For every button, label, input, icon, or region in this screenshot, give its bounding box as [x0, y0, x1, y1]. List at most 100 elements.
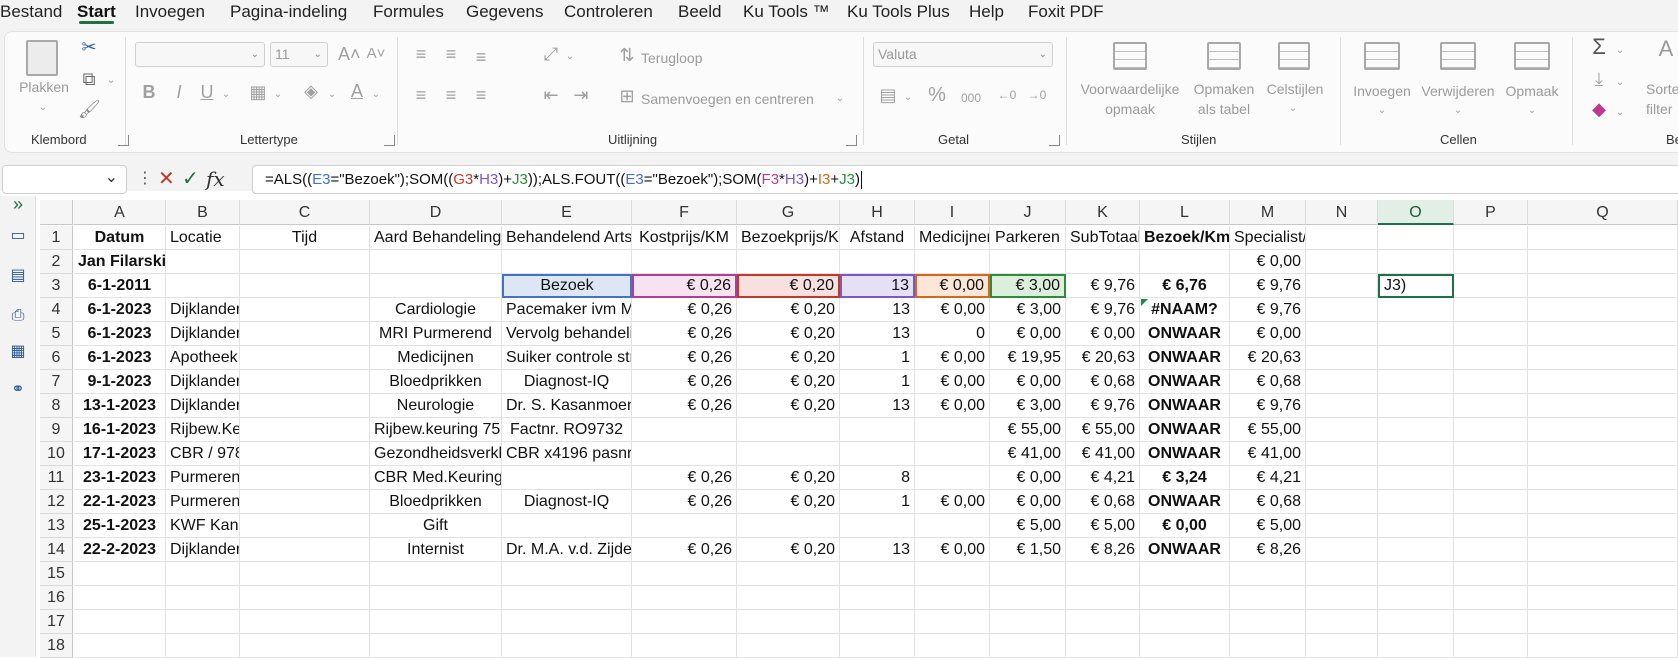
cell-p18[interactable]: [1454, 634, 1528, 658]
more-options-icon[interactable]: ⋮: [137, 166, 153, 192]
cell-n9[interactable]: [1306, 418, 1378, 442]
cell-g12[interactable]: € 0,20: [737, 490, 840, 514]
chevron-down-icon[interactable]: ⌄: [1287, 100, 1299, 118]
conditional-format-label-2[interactable]: opmaak: [1072, 100, 1188, 118]
cell-a14[interactable]: 22-2-2023: [74, 538, 166, 562]
cell-c8[interactable]: [240, 394, 370, 418]
column-header-c[interactable]: C: [240, 200, 370, 225]
row-header-1[interactable]: 1: [40, 226, 73, 250]
cell-m4[interactable]: € 9,76: [1230, 298, 1306, 322]
cell-k3[interactable]: € 9,76: [1066, 274, 1140, 298]
cell-c4[interactable]: [240, 298, 370, 322]
cell-e17[interactable]: [502, 610, 632, 634]
cell-m6[interactable]: € 20,63: [1230, 346, 1306, 370]
insert-cells-label[interactable]: Invoegen: [1350, 82, 1414, 100]
cell-p6[interactable]: [1454, 346, 1528, 370]
print-icon[interactable]: ⎙: [6, 306, 30, 326]
delete-cells-label[interactable]: Verwijderen: [1416, 82, 1500, 100]
menu-tab-help[interactable]: Help: [969, 0, 1004, 24]
cell-b1[interactable]: Locatie: [166, 226, 240, 250]
cell-l14[interactable]: ONWAAR: [1140, 538, 1230, 562]
cell-p3[interactable]: [1454, 274, 1528, 298]
cell-j11[interactable]: € 0,00: [990, 466, 1066, 490]
row-header-12[interactable]: 12: [40, 490, 73, 514]
cell-b10[interactable]: CBR / 9785745: [166, 442, 240, 466]
column-header-q[interactable]: Q: [1528, 200, 1678, 225]
name-box[interactable]: ⌄: [2, 165, 127, 194]
cell-a16[interactable]: [74, 586, 166, 610]
cell-j7[interactable]: € 0,00: [990, 370, 1066, 394]
cell-o13[interactable]: [1378, 514, 1454, 538]
cell-h2[interactable]: [840, 250, 915, 274]
cell-d14[interactable]: Internist: [370, 538, 502, 562]
cell-a9[interactable]: 16-1-2023: [74, 418, 166, 442]
cell-m15[interactable]: [1230, 562, 1306, 586]
cell-l15[interactable]: [1140, 562, 1230, 586]
sort-filter-label-2[interactable]: filter: [1646, 100, 1672, 118]
percent-icon[interactable]: %: [926, 85, 948, 105]
cell-j2[interactable]: [990, 250, 1066, 274]
cell-e5[interactable]: Vervolg behandeling: [502, 322, 632, 346]
cell-j10[interactable]: € 41,00: [990, 442, 1066, 466]
cell-f1[interactable]: Kostprijs/KM: [632, 226, 737, 250]
insert-cells-icon[interactable]: [1364, 42, 1400, 70]
cell-m10[interactable]: € 41,00: [1230, 442, 1306, 466]
cell-c10[interactable]: [240, 442, 370, 466]
delete-cells-icon[interactable]: [1440, 42, 1476, 70]
cell-g15[interactable]: [737, 562, 840, 586]
cell-q14[interactable]: [1528, 538, 1678, 562]
cell-e10[interactable]: CBR x4196 pasnr. 055: [502, 442, 632, 466]
cell-i5[interactable]: 0: [915, 322, 990, 346]
cell-d4[interactable]: Cardiologie: [370, 298, 502, 322]
cell-j3[interactable]: € 3,00: [990, 274, 1066, 298]
cell-f15[interactable]: [632, 562, 737, 586]
cell-f18[interactable]: [632, 634, 737, 658]
cell-h9[interactable]: [840, 418, 915, 442]
cell-i10[interactable]: [915, 442, 990, 466]
cell-l18[interactable]: [1140, 634, 1230, 658]
cell-p5[interactable]: [1454, 322, 1528, 346]
cell-h13[interactable]: [840, 514, 915, 538]
cell-f2[interactable]: [632, 250, 737, 274]
row-header-16[interactable]: 16: [40, 586, 73, 610]
cell-q5[interactable]: [1528, 322, 1678, 346]
cell-e12[interactable]: Diagnost-IQ: [502, 490, 632, 514]
brush-icon[interactable]: 🖌: [78, 100, 101, 118]
cell-i8[interactable]: € 0,00: [915, 394, 990, 418]
cell-b17[interactable]: [166, 610, 240, 634]
cell-f12[interactable]: € 0,26: [632, 490, 737, 514]
cell-d8[interactable]: Neurologie: [370, 394, 502, 418]
cell-k13[interactable]: € 5,00: [1066, 514, 1140, 538]
cell-e16[interactable]: [502, 586, 632, 610]
increase-indent-icon[interactable]: ⇥: [570, 86, 592, 104]
cell-i15[interactable]: [915, 562, 990, 586]
cell-l9[interactable]: ONWAAR: [1140, 418, 1230, 442]
cell-k6[interactable]: € 20,63: [1066, 346, 1140, 370]
cell-g5[interactable]: € 0,20: [737, 322, 840, 346]
cell-m8[interactable]: € 9,76: [1230, 394, 1306, 418]
cell-n6[interactable]: [1306, 346, 1378, 370]
cell-k15[interactable]: [1066, 562, 1140, 586]
cell-f11[interactable]: € 0,26: [632, 466, 737, 490]
cell-g17[interactable]: [737, 610, 840, 634]
menu-tab-foxit-pdf[interactable]: Foxit PDF: [1028, 0, 1104, 24]
column-header-l[interactable]: L: [1140, 200, 1230, 225]
select-all-corner[interactable]: [40, 200, 73, 225]
cell-m16[interactable]: [1230, 586, 1306, 610]
cell-b5[interactable]: Dijklander Purmerend: [166, 322, 240, 346]
cell-l4[interactable]: #NAAM?: [1140, 298, 1230, 322]
cell-d12[interactable]: Bloedprikken: [370, 490, 502, 514]
format-as-table-label-2[interactable]: als tabel: [1182, 100, 1266, 118]
cell-b16[interactable]: [166, 586, 240, 610]
cell-m9[interactable]: € 55,00: [1230, 418, 1306, 442]
cell-k9[interactable]: € 55,00: [1066, 418, 1140, 442]
cell-a12[interactable]: 22-1-2023: [74, 490, 166, 514]
format-cells-icon[interactable]: [1514, 42, 1550, 70]
menu-tab-pagina-indeling[interactable]: Pagina-indeling: [230, 0, 347, 24]
cell-i9[interactable]: [915, 418, 990, 442]
cell-d9[interactable]: Rijbew.keuring 75+: [370, 418, 502, 442]
cell-m1[interactable]: Specialist/Km: [1230, 226, 1306, 250]
column-header-j[interactable]: J: [990, 200, 1066, 225]
cell-e9[interactable]: Factnr. RO9732: [502, 418, 632, 442]
cell-e14[interactable]: Dr. M.A. v.d. Zijden: [502, 538, 632, 562]
